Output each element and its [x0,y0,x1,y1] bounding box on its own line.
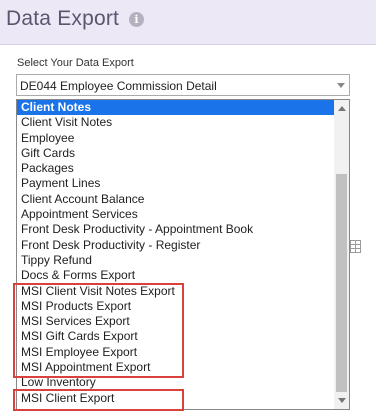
option-tippy-refund[interactable]: Tippy Refund [17,253,334,268]
option-appointment-services[interactable]: Appointment Services [17,207,334,222]
export-select[interactable]: DE044 Employee Commission Detail [16,74,350,96]
option-gift-cards[interactable]: Gift Cards [17,146,334,161]
option-client-notes[interactable]: Client Notes [17,100,334,116]
export-select-label: Select Your Data Export [17,57,134,69]
info-icon[interactable]: i [129,12,144,27]
dropdown-scrollbar[interactable] [334,100,349,409]
scrollbar-thumb[interactable] [336,174,347,392]
table-grid-icon [350,240,361,253]
option-employee[interactable]: Employee [17,131,334,146]
export-options-list: Client Notes Client Visit Notes Employee… [17,100,334,406]
option-docs-forms-export[interactable]: Docs & Forms Export [17,268,334,283]
option-msi-appointment-export[interactable]: MSI Appointment Export [17,360,334,375]
option-msi-client-export[interactable]: MSI Client Export [17,391,334,406]
export-options-dropdown[interactable]: Client Notes Client Visit Notes Employee… [16,99,350,410]
export-select-value: DE044 Employee Commission Detail [20,79,217,93]
option-msi-products-export[interactable]: MSI Products Export [17,299,334,314]
option-client-visit-notes[interactable]: Client Visit Notes [17,115,334,130]
option-msi-employee-export[interactable]: MSI Employee Export [17,345,334,360]
chevron-down-icon[interactable] [337,83,345,88]
option-front-desk-productivity-appointment-book[interactable]: Front Desk Productivity - Appointment Bo… [17,222,334,237]
option-front-desk-productivity-register[interactable]: Front Desk Productivity - Register [17,238,334,253]
option-low-inventory[interactable]: Low Inventory [17,375,334,390]
option-msi-gift-cards-export[interactable]: MSI Gift Cards Export [17,329,334,344]
page-title: Data Export [6,7,120,30]
option-payment-lines[interactable]: Payment Lines [17,176,334,191]
option-msi-services-export[interactable]: MSI Services Export [17,314,334,329]
option-msi-client-visit-notes-export[interactable]: MSI Client Visit Notes Export [17,284,334,299]
scroll-up-arrow-icon[interactable] [338,106,346,111]
scroll-down-arrow-icon[interactable] [338,398,346,403]
option-packages[interactable]: Packages [17,161,334,176]
page-header: Data Export i [0,0,376,45]
option-client-account-balance[interactable]: Client Account Balance [17,192,334,207]
